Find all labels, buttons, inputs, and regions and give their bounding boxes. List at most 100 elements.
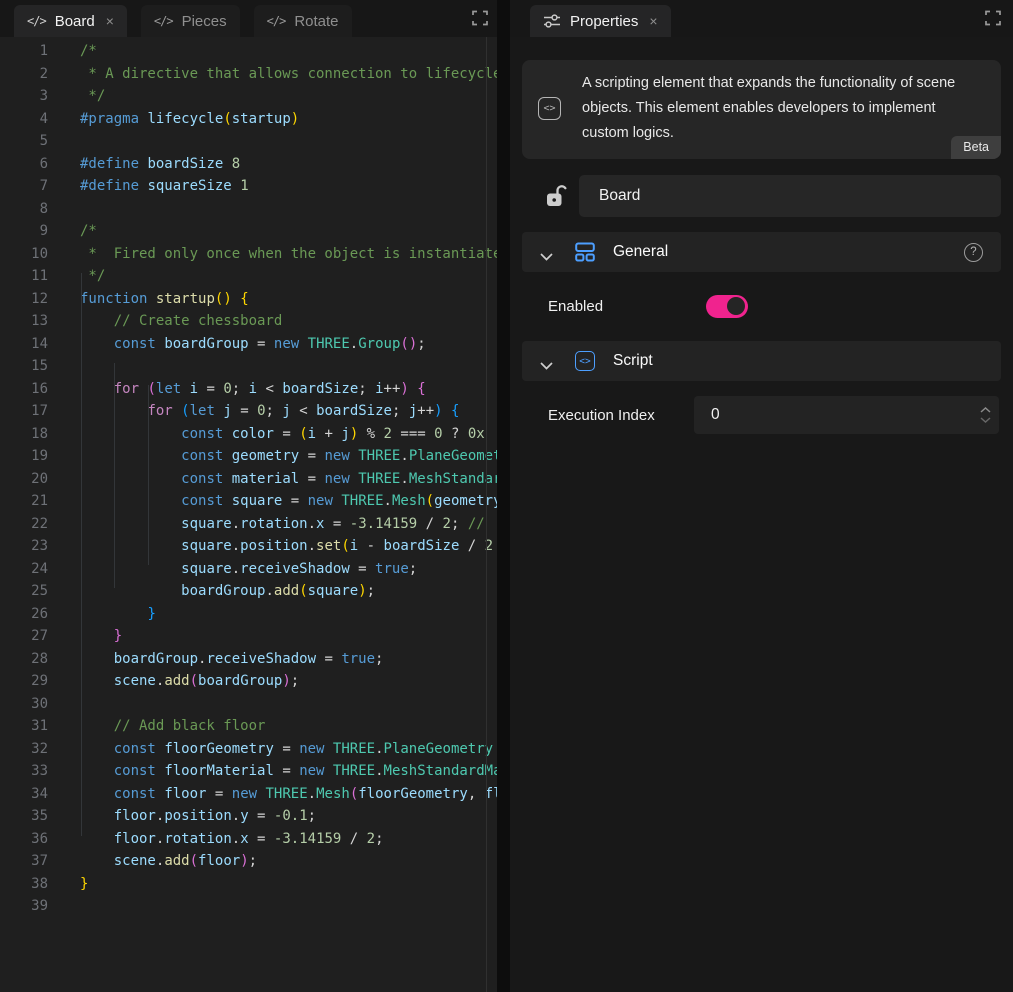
chevron-down-icon <box>980 417 991 423</box>
line-number: 24 <box>0 558 48 581</box>
line-number: 38 <box>0 873 48 896</box>
line-number: 5 <box>0 130 48 153</box>
close-icon[interactable]: × <box>106 14 114 28</box>
maximize-panel-icon[interactable] <box>985 10 1001 26</box>
editor-tabbar: </> Board × </> Pieces </> Rotate <box>0 0 497 37</box>
line-number: 29 <box>0 670 48 693</box>
code-line: 26 } <box>0 603 497 626</box>
code-line: 20 const material = new THREE.MeshStanda… <box>0 468 497 491</box>
line-number: 35 <box>0 805 48 828</box>
code-line: 38} <box>0 873 497 896</box>
line-number: 4 <box>0 108 48 131</box>
code-line: 25 boardGroup.add(square); <box>0 580 497 603</box>
enabled-label: Enabled <box>548 298 694 315</box>
line-number: 11 <box>0 265 48 288</box>
object-name-input[interactable] <box>579 175 1001 217</box>
code-line: 13 // Create chessboard <box>0 310 497 333</box>
execution-index-input[interactable]: 0 <box>694 396 999 434</box>
code-line: 17 for (let j = 0; j < boardSize; j++) { <box>0 400 497 423</box>
code-line: 2 * A directive that allows connection t… <box>0 63 497 86</box>
line-number: 2 <box>0 63 48 86</box>
code-line: 29 scene.add(boardGroup); <box>0 670 497 693</box>
panel-divider[interactable] <box>497 0 510 992</box>
line-number: 37 <box>0 850 48 873</box>
line-number: 23 <box>0 535 48 558</box>
tab-board-label: Board <box>55 13 95 30</box>
line-number: 6 <box>0 153 48 176</box>
line-number: 39 <box>0 895 48 918</box>
code-line: 6#define boardSize 8 <box>0 153 497 176</box>
code-file-icon: </> <box>27 14 46 28</box>
sliders-icon <box>543 13 561 29</box>
line-number: 21 <box>0 490 48 513</box>
code-line: 33 const floorMaterial = new THREE.MeshS… <box>0 760 497 783</box>
code-file-icon: </> <box>154 14 173 28</box>
close-icon[interactable]: × <box>649 14 657 28</box>
enabled-toggle[interactable] <box>706 295 748 318</box>
line-number: 3 <box>0 85 48 108</box>
code-line: 31 // Add black floor <box>0 715 497 738</box>
line-number: 31 <box>0 715 48 738</box>
script-element-icon: <> <box>538 97 561 120</box>
code-line: 18 const color = (i + j) % 2 === 0 ? 0x <box>0 423 497 446</box>
tab-properties[interactable]: Properties × <box>530 5 671 37</box>
code-line: 9/* <box>0 220 497 243</box>
code-line: 5 <box>0 130 497 153</box>
line-number: 7 <box>0 175 48 198</box>
code-editor[interactable]: 1/*2 * A directive that allows connectio… <box>0 37 497 992</box>
beta-badge: Beta <box>951 136 1001 159</box>
code-line: 10 * Fired only once when the object is … <box>0 243 497 266</box>
code-line: 39 <box>0 895 497 918</box>
properties-tabbar: Properties × <box>510 0 1013 37</box>
number-stepper[interactable] <box>980 396 991 434</box>
chevron-down-icon[interactable] <box>540 248 553 256</box>
line-number: 18 <box>0 423 48 446</box>
indent-guide <box>114 363 115 588</box>
code-line: 19 const geometry = new THREE.PlaneGeome… <box>0 445 497 468</box>
toggle-knob <box>727 297 745 315</box>
tab-rotate-label: Rotate <box>294 13 338 30</box>
chevron-up-icon <box>980 407 991 413</box>
line-number: 27 <box>0 625 48 648</box>
execution-index-field-row: Execution Index 0 <box>522 395 1001 435</box>
app-window: </> Board × </> Pieces </> Rotate 1/*2 *… <box>0 0 1013 992</box>
line-number: 33 <box>0 760 48 783</box>
code-line: 15 <box>0 355 497 378</box>
section-title: General <box>613 243 668 261</box>
chevron-down-icon[interactable] <box>540 357 553 365</box>
code-line: 32 const floorGeometry = new THREE.Plane… <box>0 738 497 761</box>
line-number: 28 <box>0 648 48 671</box>
code-line: 4#pragma lifecycle(startup) <box>0 108 497 131</box>
section-header-script[interactable]: <> Script <box>522 341 1001 381</box>
code-line: 36 floor.rotation.x = -3.14159 / 2; <box>0 828 497 851</box>
execution-index-value: 0 <box>694 406 720 424</box>
line-number: 1 <box>0 40 48 63</box>
code-line: 23 square.position.set(i - boardSize / 2 <box>0 535 497 558</box>
tab-board[interactable]: </> Board × <box>14 5 127 37</box>
line-number: 30 <box>0 693 48 716</box>
code-line: 16 for (let i = 0; i < boardSize; i++) { <box>0 378 497 401</box>
code-line: 24 square.receiveShadow = true; <box>0 558 497 581</box>
code-line: 27 } <box>0 625 497 648</box>
tab-pieces[interactable]: </> Pieces <box>141 5 240 37</box>
properties-panel: <> A scripting element that expands the … <box>510 37 1013 992</box>
unlock-icon[interactable] <box>545 184 567 208</box>
line-number: 17 <box>0 400 48 423</box>
indent-guide <box>81 273 82 836</box>
code-line: 11 */ <box>0 265 497 288</box>
code-line: 28 boardGroup.receiveShadow = true; <box>0 648 497 671</box>
element-description-box: <> A scripting element that expands the … <box>522 60 1001 159</box>
line-number: 19 <box>0 445 48 468</box>
line-number: 12 <box>0 288 48 311</box>
line-number: 9 <box>0 220 48 243</box>
editor-scrollbar[interactable] <box>486 37 487 992</box>
help-icon[interactable]: ? <box>964 243 983 262</box>
tab-properties-label: Properties <box>570 13 638 30</box>
line-number: 14 <box>0 333 48 356</box>
section-header-general[interactable]: General ? <box>522 232 1001 272</box>
execution-index-label: Execution Index <box>548 407 694 424</box>
code-line: 30 <box>0 693 497 716</box>
code-line: 22 square.rotation.x = -3.14159 / 2; // <box>0 513 497 536</box>
maximize-panel-icon[interactable] <box>472 10 488 26</box>
tab-rotate[interactable]: </> Rotate <box>254 5 352 37</box>
